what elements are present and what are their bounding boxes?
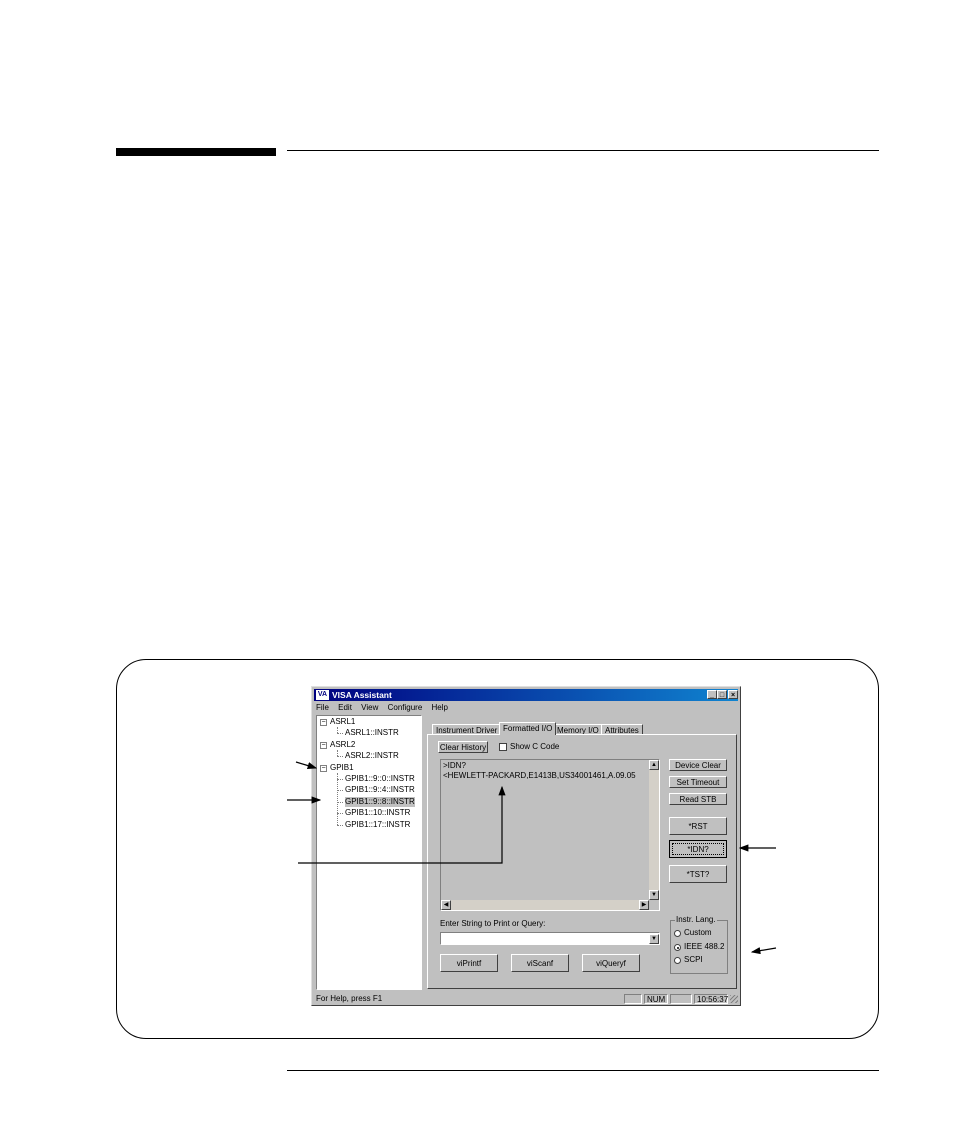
tree-line [337,733,343,734]
radio-scpi[interactable] [674,957,681,964]
tree-node-gpib-9-0[interactable]: GPIB1::9::0::INSTR [345,774,415,784]
tree-line [337,773,338,825]
output-line: <HEWLETT-PACKARD,E1413B,US34001461,A.09.… [443,771,636,780]
scroll-up-icon[interactable]: ▲ [649,760,659,770]
radio-scpi-label: SCPI [684,955,703,964]
tree-line [337,802,343,803]
tree-node-gpib-17[interactable]: GPIB1::17::INSTR [345,820,410,830]
query-combobox[interactable]: ▼ [440,932,660,945]
tree-node-gpib1[interactable]: GPIB1 [330,763,354,773]
menu-edit[interactable]: Edit [338,703,352,712]
radio-ieee4882-label: IEEE 488.2 [684,942,725,951]
history-output[interactable]: >IDN? <HEWLETT-PACKARD,E1413B,US34001461… [440,759,660,911]
radio-custom-label: Custom [684,928,712,937]
clear-history-button[interactable]: Clear History [438,741,488,753]
horizontal-scrollbar[interactable]: ◀ ▶ [441,900,649,910]
tree-node-asrl2-instr[interactable]: ASRL2::INSTR [345,751,399,761]
show-c-code-checkbox[interactable] [499,743,507,751]
device-clear-button[interactable]: Device Clear [669,759,727,771]
tree-line [337,779,343,780]
status-help-text: For Help, press F1 [316,994,383,1003]
scroll-right-icon[interactable]: ▶ [639,900,649,910]
tst-button[interactable]: *TST? [669,865,727,883]
tree-node-asrl1[interactable]: ASRL1 [330,717,355,727]
status-num: NUM [644,994,668,1004]
tree-node-gpib-9-8[interactable]: GPIB1::9::8::INSTR [345,797,415,807]
tree-node-asrl2[interactable]: ASRL2 [330,740,355,750]
header-thick-rule [116,148,276,156]
instr-lang-label: Instr. Lang. [675,915,717,924]
radio-custom[interactable] [674,930,681,937]
maximize-icon[interactable]: □ [717,690,727,699]
scroll-left-icon[interactable]: ◀ [441,900,451,910]
menu-bar: File Edit View Configure Help [316,703,455,714]
footer-rule [287,1070,879,1071]
radio-ieee4882[interactable] [674,944,681,951]
scroll-down-icon[interactable]: ▼ [649,890,659,900]
tree-line [337,813,343,814]
header-thin-rule [287,150,879,151]
window-title: VISA Assistant [332,690,392,700]
resize-grip-icon[interactable] [730,995,738,1003]
output-line: >IDN? [443,761,466,770]
rst-button[interactable]: *RST [669,817,727,835]
menu-file[interactable]: File [316,703,329,712]
dropdown-arrow-icon[interactable]: ▼ [649,934,659,944]
menu-help[interactable]: Help [432,703,448,712]
tree-line [337,790,343,791]
viscanf-button[interactable]: viScanf [511,954,569,972]
tree-node-asrl1-instr[interactable]: ASRL1::INSTR [345,728,399,738]
close-icon[interactable]: × [728,690,738,699]
tree-line [337,756,343,757]
vertical-scrollbar[interactable]: ▲ ▼ [649,760,659,900]
enter-string-label: Enter String to Print or Query: [440,919,546,928]
collapse-icon[interactable]: − [320,719,327,726]
show-c-code-label: Show C Code [510,742,560,751]
status-panel-empty [670,994,692,1004]
instr-lang-group: Instr. Lang. Custom IEEE 488.2 SCPI [670,915,728,974]
collapse-icon[interactable]: − [320,742,327,749]
title-bar[interactable]: VA VISA Assistant _ □ × [314,689,738,701]
idn-button[interactable]: *IDN? [669,840,727,858]
tab-formatted-io[interactable]: Formatted I/O [499,722,557,735]
status-panel-empty [624,994,642,1004]
resource-tree[interactable]: − ASRL1 ASRL1::INSTR − ASRL2 ASRL2::INST… [316,715,422,990]
minimize-icon[interactable]: _ [707,690,717,699]
tree-node-gpib-10[interactable]: GPIB1::10::INSTR [345,808,410,818]
set-timeout-button[interactable]: Set Timeout [669,776,727,788]
collapse-icon[interactable]: − [320,765,327,772]
viprintf-button[interactable]: viPrintf [440,954,498,972]
tree-node-gpib-9-4[interactable]: GPIB1::9::4::INSTR [345,785,415,795]
read-stb-button[interactable]: Read STB [669,793,727,805]
menu-view[interactable]: View [361,703,378,712]
visa-assistant-window: VA VISA Assistant _ □ × File Edit View C… [311,686,741,1006]
status-time: 10:56:37 [694,994,728,1004]
tree-line [337,825,343,826]
menu-configure[interactable]: Configure [388,703,423,712]
status-bar: For Help, press F1 NUM 10:56:37 [314,993,738,1005]
app-icon: VA [316,690,329,700]
viqueryf-button[interactable]: viQueryf [582,954,640,972]
